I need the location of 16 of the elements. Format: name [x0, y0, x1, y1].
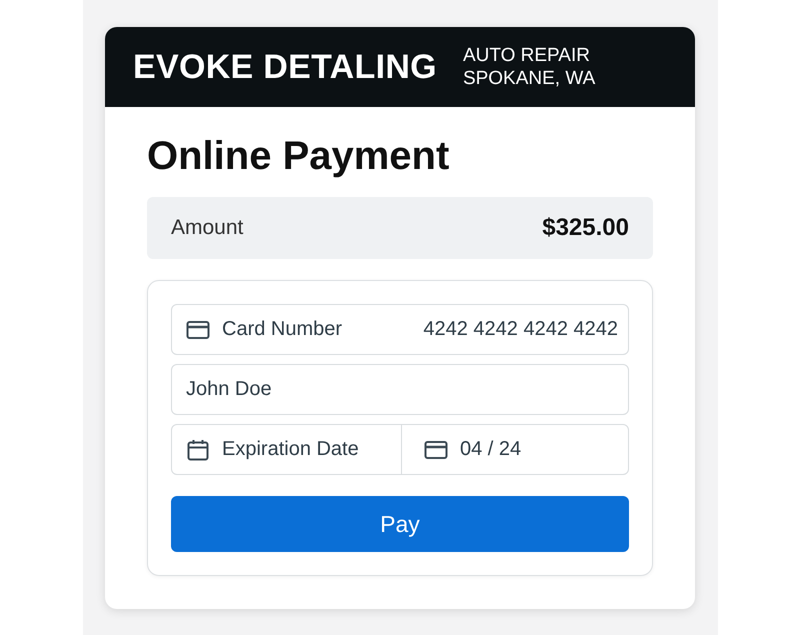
tagline-text: SPOKANE, WA — [462, 67, 596, 90]
field-label: Card Number — [222, 318, 342, 341]
field-value: 4242 4242 4242 4242 — [423, 318, 618, 341]
business-name: EVOKE DETALING — [133, 48, 437, 86]
tagline-text: AUTO REPAIR — [462, 44, 591, 67]
pay-button[interactable]: Pay — [171, 496, 629, 552]
expiration-field[interactable]: Expiration Date 04 / 24 — [171, 424, 629, 475]
calendar-icon — [186, 438, 210, 462]
card-number-field[interactable]: Card Number 4242 4242 4242 4242 — [171, 304, 629, 355]
page-title: Online Payment — [147, 133, 450, 179]
field-value: John Doe — [186, 378, 272, 401]
amount-value: $325.00 — [542, 214, 629, 242]
field-label: Expiration Date — [222, 438, 359, 461]
amount-label: Amount — [171, 216, 244, 240]
name-field[interactable]: John Doe — [171, 364, 629, 415]
field-value: 04 / 24 — [460, 438, 522, 461]
